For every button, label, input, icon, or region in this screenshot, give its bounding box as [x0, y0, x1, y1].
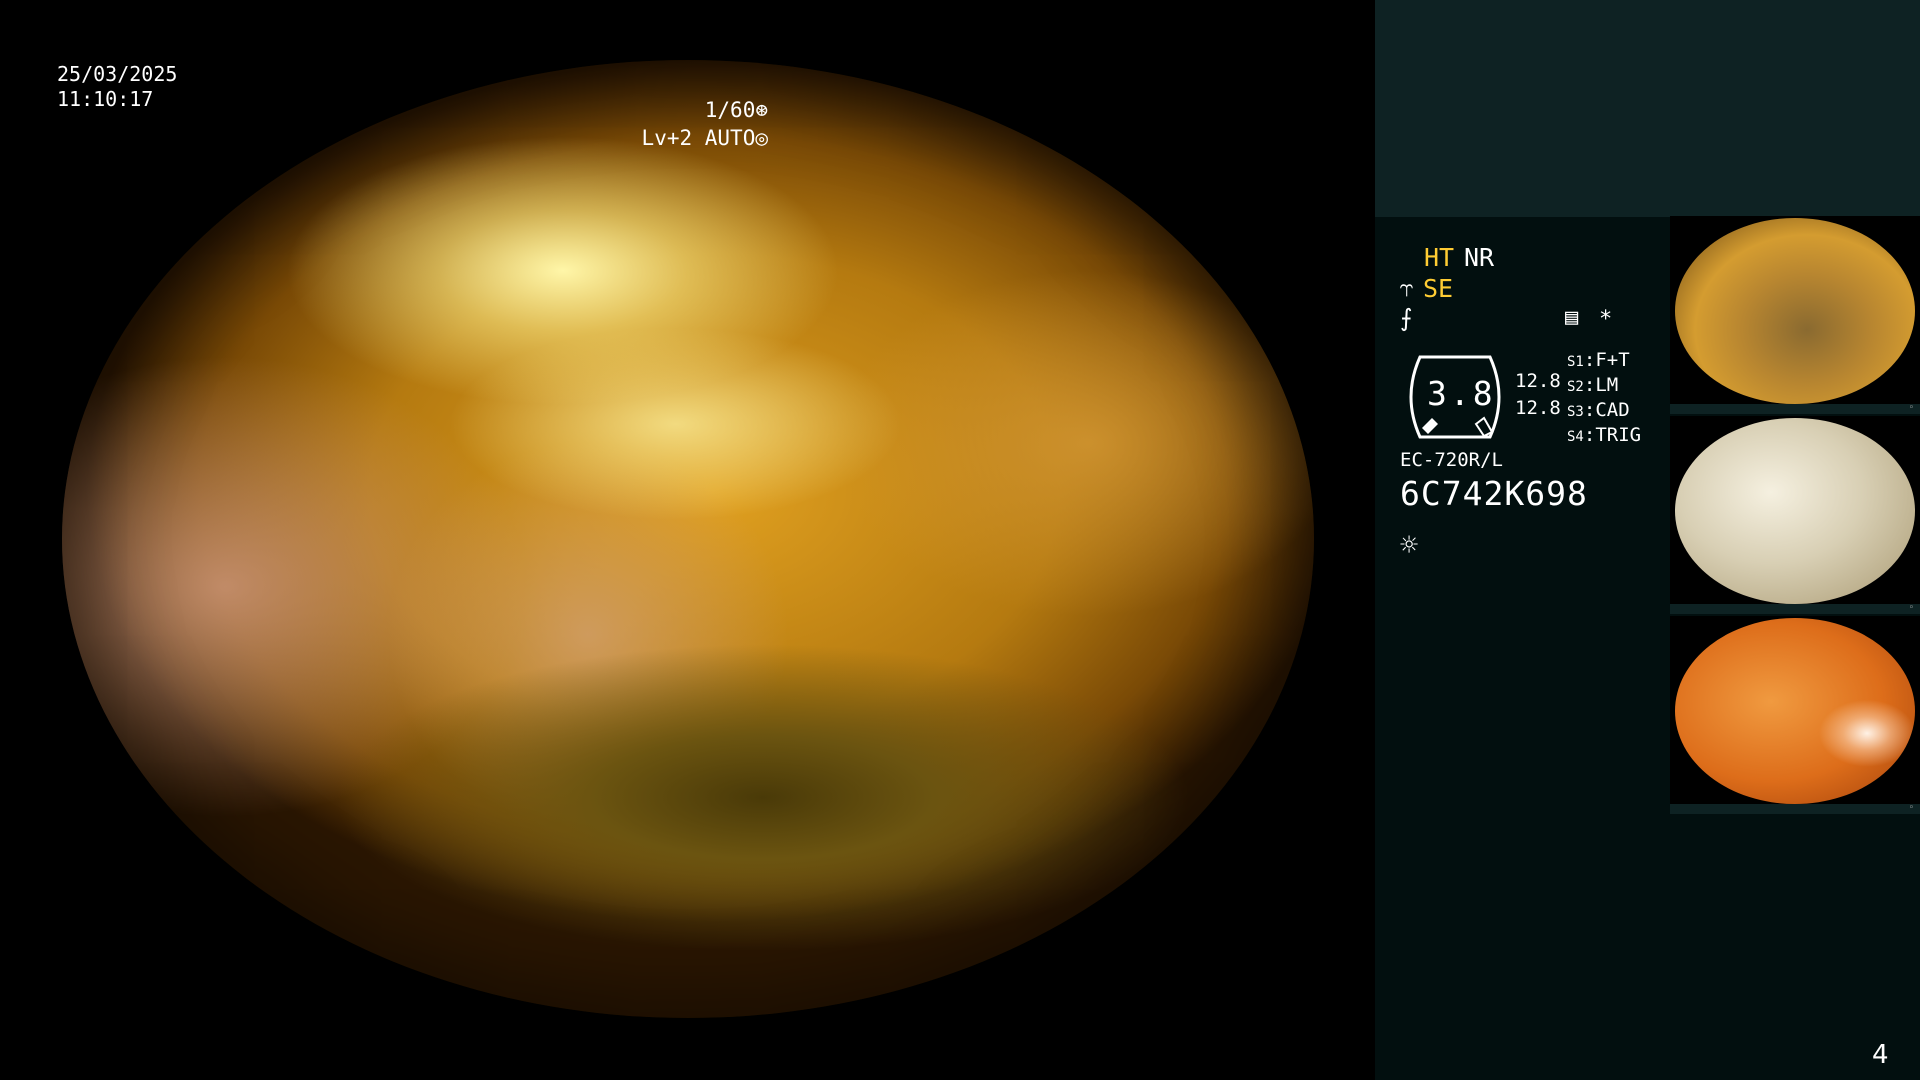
light-source-icon: ☼ — [1400, 528, 1419, 563]
thumbnail-capture-3[interactable]: ◦ — [1670, 616, 1920, 814]
ht-indicator: HT — [1424, 243, 1455, 272]
iris-icon: ◎ — [755, 126, 768, 150]
structure-enhancement-icon: ⥾ — [1400, 274, 1414, 302]
scope-model: EC-720R/L — [1400, 449, 1503, 471]
thumbnail-image — [1675, 418, 1915, 604]
time: 11:10:17 — [57, 87, 154, 111]
panel-header-area — [1375, 0, 1920, 217]
endoscopic-image — [62, 60, 1314, 1018]
thumbnail-image — [1675, 618, 1915, 804]
color-mode-icon: ⨍ — [1400, 304, 1413, 332]
page-number: 4 — [1872, 1040, 1889, 1070]
switch-s1: S1:F+T — [1567, 349, 1630, 371]
switch-s3: S3:CAD — [1567, 399, 1630, 421]
thumbnail-bar: ◦ — [1670, 803, 1920, 814]
menu-icon: ▤ — [1565, 305, 1579, 330]
setting-value-2: 12.8 — [1515, 397, 1561, 419]
switch-s4: S4:TRIG — [1567, 424, 1642, 446]
date: 25/03/2025 — [57, 62, 178, 86]
se-indicator: SE — [1423, 274, 1454, 303]
brightness-level: Lv+2 AUTO◎ — [641, 126, 768, 150]
endoscope-view: 25/03/2025 11:10:17 1/60⊛ Lv+2 AUTO◎ — [0, 0, 1375, 1080]
thumbnail-marker-icon: ◦ — [1908, 403, 1914, 413]
serial-number: 6C742K698 — [1400, 474, 1588, 513]
datetime: 25/03/2025 11:10:17 — [57, 62, 177, 112]
thumbnail-image — [1675, 218, 1915, 404]
shutter-speed: 1/60⊛ — [704, 98, 768, 122]
nr-indicator: NR — [1464, 243, 1495, 272]
thumbnail-bar: ◦ — [1670, 603, 1920, 614]
lens-vignette — [62, 60, 1314, 1018]
thumbnail-marker-icon: ◦ — [1908, 803, 1914, 813]
thumbnail-bar: ◦ — [1670, 403, 1920, 414]
status-panel: HT NR ⥾ SE ⨍ ▤ * 3.8 12.8 12.8 S1:F+T S2… — [1375, 0, 1920, 1080]
star-indicator: * — [1599, 307, 1613, 332]
thumbnail-marker-icon: ◦ — [1908, 603, 1914, 613]
thumbnail-capture-2[interactable]: ◦ — [1670, 416, 1920, 614]
switch-s2: S2:LM — [1567, 374, 1619, 396]
thumbnail-capture-1[interactable]: ◦ — [1670, 216, 1920, 414]
aperture-icon: ⊛ — [755, 98, 768, 122]
setting-value-1: 12.8 — [1515, 370, 1561, 392]
zoom-value: 3.8 — [1427, 374, 1496, 413]
